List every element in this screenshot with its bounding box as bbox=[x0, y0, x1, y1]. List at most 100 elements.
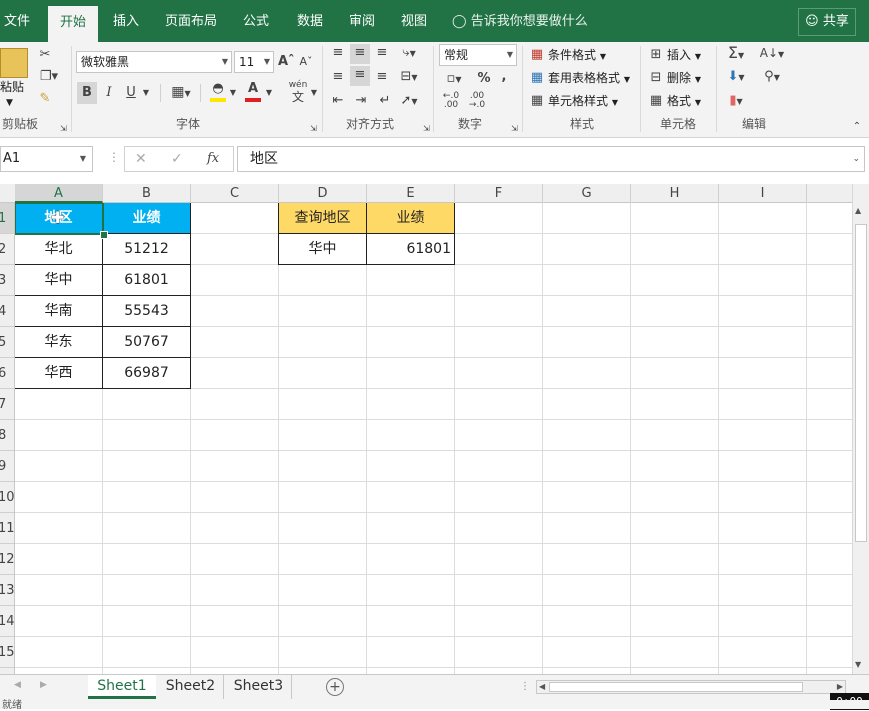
increase-decimal-icon[interactable]: ←.0.00 bbox=[440, 92, 462, 110]
conditional-format-button[interactable]: 条件格式 ▼ bbox=[548, 46, 606, 66]
font-color-icon[interactable]: A bbox=[243, 80, 263, 102]
fill-handle[interactable] bbox=[100, 231, 108, 239]
align-center-icon[interactable]: ≡ bbox=[350, 66, 370, 86]
number-format-select[interactable]: 常规 ▼ bbox=[439, 44, 517, 66]
table1-cell[interactable]: 华北 bbox=[15, 233, 103, 265]
table1-cell[interactable]: 66987 bbox=[102, 357, 191, 389]
table2-header-cell[interactable]: 业绩 bbox=[366, 203, 455, 234]
percent-button[interactable]: % bbox=[476, 70, 492, 88]
tab-page-layout[interactable]: 页面布局 bbox=[158, 0, 224, 42]
paste-icon[interactable] bbox=[0, 48, 28, 78]
copy-icon[interactable]: ❐▾ bbox=[36, 68, 62, 86]
row-header-8[interactable]: 8 bbox=[0, 420, 14, 451]
tab-insert[interactable]: 插入 bbox=[104, 0, 148, 42]
tell-me-search[interactable]: ◯ 告诉我你想要做什么 bbox=[452, 0, 588, 42]
currency-icon[interactable]: ▫▼ bbox=[440, 70, 468, 89]
align-right-icon[interactable]: ≡ bbox=[373, 68, 391, 86]
chevron-down-icon[interactable]: ▼ bbox=[229, 84, 237, 102]
chevron-down-icon[interactable]: ▼ bbox=[80, 147, 86, 171]
add-sheet-icon[interactable]: + bbox=[326, 678, 344, 696]
row-header-13[interactable]: 13 bbox=[0, 575, 14, 606]
merge-center-icon[interactable]: ⊟▼ bbox=[396, 68, 422, 87]
delete-cells-icon[interactable]: ⊟ bbox=[648, 69, 664, 87]
comma-button[interactable]: , bbox=[498, 68, 510, 86]
shrink-font-icon[interactable]: Aˇ bbox=[298, 53, 314, 71]
row-header-14[interactable]: 14 bbox=[0, 606, 14, 637]
increase-indent-icon[interactable]: ⇥ bbox=[352, 92, 370, 110]
table-format-button[interactable]: 套用表格格式 ▼ bbox=[548, 69, 630, 89]
collapse-ribbon-icon[interactable]: ⌃ bbox=[850, 118, 864, 136]
expand-formula-icon[interactable]: ⌄ bbox=[852, 147, 860, 171]
sheet-tab-sheet1[interactable]: Sheet1 bbox=[88, 675, 156, 699]
font-launcher-icon[interactable]: ⇲ bbox=[310, 120, 317, 138]
autosum-icon[interactable]: Σ▼ bbox=[722, 44, 750, 65]
column-header-a[interactable]: A bbox=[15, 184, 103, 203]
table1-header-cell[interactable]: 业绩 bbox=[102, 203, 191, 234]
align-middle-icon[interactable]: ≡ bbox=[350, 44, 370, 64]
border-icon[interactable]: ▦▼ bbox=[168, 83, 194, 103]
tab-view[interactable]: 视图 bbox=[392, 0, 436, 42]
clear-icon[interactable]: ▮▼ bbox=[722, 92, 750, 111]
table2-header-cell[interactable]: 查询地区 bbox=[278, 203, 367, 234]
tab-review[interactable]: 审阅 bbox=[340, 0, 384, 42]
row-header-5[interactable]: 5 bbox=[0, 327, 14, 358]
table1-cell[interactable]: 61801 bbox=[102, 264, 191, 296]
underline-dropdown-icon[interactable]: ▼ bbox=[141, 84, 151, 102]
chevron-down-icon[interactable]: ▼ bbox=[265, 84, 273, 102]
fill-icon[interactable]: ⬇▼ bbox=[722, 68, 750, 87]
tab-data[interactable]: 数据 bbox=[288, 0, 332, 42]
hscroll-thumb[interactable] bbox=[549, 682, 803, 692]
format-painter-icon[interactable]: ✎ bbox=[36, 90, 54, 108]
cell-style-icon[interactable]: ▦ bbox=[529, 92, 545, 110]
row-header-12[interactable]: 12 bbox=[0, 544, 14, 575]
table-format-icon[interactable]: ▦ bbox=[529, 69, 545, 87]
column-header-f[interactable]: F bbox=[455, 184, 543, 203]
row-header-9[interactable]: 9 bbox=[0, 451, 14, 482]
orientation-icon[interactable]: ⤷▼ bbox=[396, 44, 422, 63]
horizontal-scrollbar[interactable]: ◀ ▶ bbox=[536, 680, 846, 694]
bold-button[interactable]: B bbox=[77, 82, 97, 104]
align-left-icon[interactable]: ≡ bbox=[329, 68, 347, 86]
format-cells-icon[interactable]: ▦ bbox=[648, 92, 664, 110]
alignment-launcher-icon[interactable]: ⇲ bbox=[423, 120, 430, 138]
decrease-indent-icon[interactable]: ⇤ bbox=[329, 92, 347, 110]
underline-button[interactable]: U bbox=[123, 84, 139, 102]
column-header-i[interactable]: I bbox=[719, 184, 807, 203]
vertical-scrollbar[interactable]: ▲ ▼ bbox=[852, 184, 869, 674]
chevron-down-icon[interactable]: ▼ bbox=[310, 84, 318, 102]
scroll-right-icon[interactable]: ▶ bbox=[837, 681, 843, 693]
prev-sheet-icon[interactable]: ◀ bbox=[14, 680, 21, 690]
conditional-format-icon[interactable]: ▦ bbox=[529, 46, 545, 64]
scroll-left-icon[interactable]: ◀ bbox=[539, 681, 545, 693]
lookup-region-cell[interactable]: 华中 bbox=[278, 233, 367, 265]
tab-file[interactable]: 文件 bbox=[0, 0, 34, 42]
table1-cell[interactable]: 华西 bbox=[15, 357, 103, 389]
format-cells-button[interactable]: 格式 ▼ bbox=[667, 92, 701, 112]
column-header-c[interactable]: C bbox=[191, 184, 279, 203]
cell-style-button[interactable]: 单元格样式 ▼ bbox=[548, 92, 618, 112]
table1-cell[interactable]: 华东 bbox=[15, 326, 103, 358]
font-size-select[interactable]: 11 ▼ bbox=[234, 51, 274, 73]
font-name-select[interactable]: 微软雅黑 ▼ bbox=[76, 51, 232, 73]
number-launcher-icon[interactable]: ⇲ bbox=[511, 120, 518, 138]
tab-formulas[interactable]: 公式 bbox=[234, 0, 278, 42]
align-bottom-icon[interactable]: ≡ bbox=[373, 44, 391, 62]
enter-icon[interactable]: ✓ bbox=[171, 150, 183, 168]
table1-cell[interactable]: 50767 bbox=[102, 326, 191, 358]
align-top-icon[interactable]: ≡ bbox=[329, 44, 347, 62]
row-header-6[interactable]: 6 bbox=[0, 358, 14, 389]
insert-cells-icon[interactable]: ⊞ bbox=[648, 46, 664, 64]
scroll-up-icon[interactable]: ▲ bbox=[855, 206, 861, 215]
name-box[interactable]: A1 ▼ bbox=[0, 146, 93, 172]
sort-filter-icon[interactable]: A↓▼ bbox=[758, 44, 786, 64]
row-header-15[interactable]: 15 bbox=[0, 637, 14, 668]
row-header-7[interactable]: 7 bbox=[0, 389, 14, 420]
grow-font-icon[interactable]: Aˆ bbox=[278, 53, 295, 71]
row-header-1[interactable]: 1 bbox=[0, 203, 14, 234]
find-select-icon[interactable]: ⚲▼ bbox=[758, 68, 786, 87]
table1-cell[interactable]: 51212 bbox=[102, 233, 191, 265]
italic-button[interactable]: I bbox=[101, 84, 117, 102]
cancel-icon[interactable]: ✕ bbox=[135, 150, 147, 168]
scroll-thumb[interactable] bbox=[855, 224, 867, 542]
select-all-corner[interactable] bbox=[0, 184, 16, 203]
